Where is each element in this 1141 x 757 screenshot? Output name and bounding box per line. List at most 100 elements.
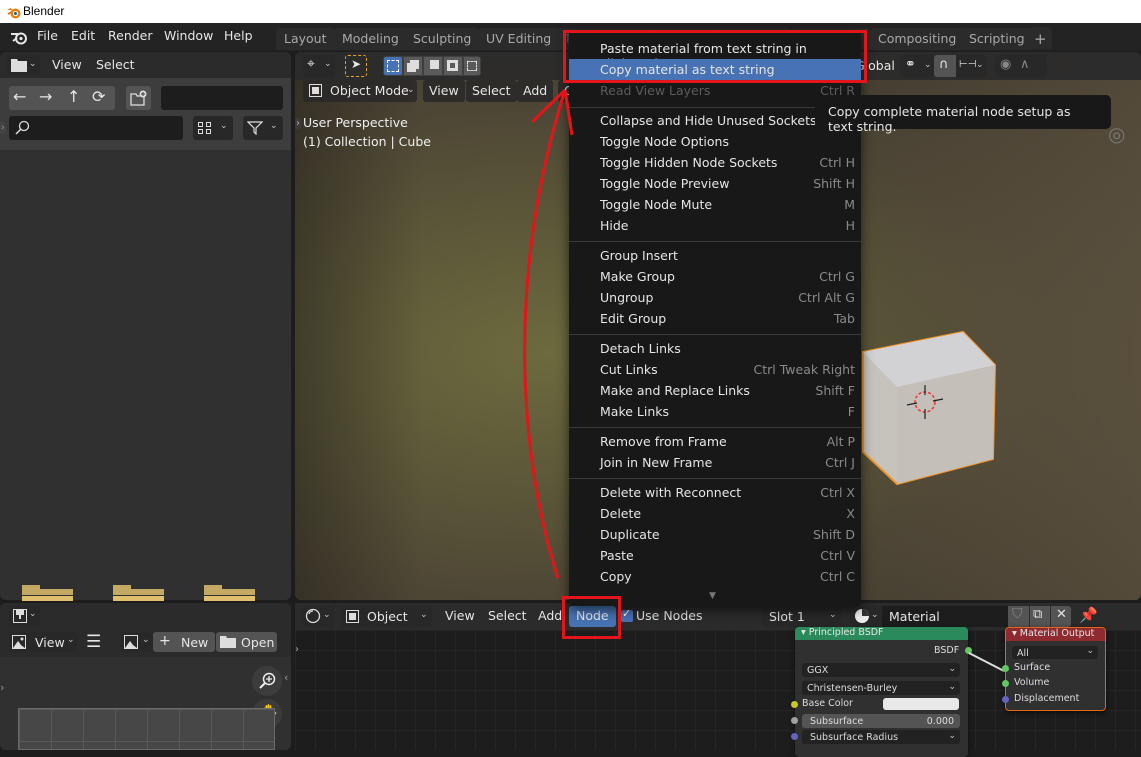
view-dropdown[interactable]: View ⌄ bbox=[9, 632, 77, 652]
menu-item-delete[interactable]: Delete X bbox=[569, 503, 861, 524]
menu-item-make-links[interactable]: Make Links F bbox=[569, 401, 861, 422]
tab-sculpting[interactable]: Sculpting bbox=[405, 28, 480, 50]
fake-user-button[interactable]: ⛉ bbox=[1008, 606, 1029, 627]
zoom-button[interactable] bbox=[252, 666, 282, 696]
filter-dropdown[interactable]: ⌄ bbox=[243, 116, 283, 140]
node-add-menu[interactable]: Add bbox=[538, 608, 562, 623]
display-mode-dropdown[interactable]: ⌄ bbox=[193, 116, 233, 140]
node-view-menu[interactable]: View bbox=[445, 608, 475, 623]
menu-edit[interactable]: Edit bbox=[71, 28, 95, 43]
node-select-menu[interactable]: Select bbox=[488, 608, 527, 623]
folder-item[interactable] bbox=[113, 585, 164, 601]
select-intersect-button[interactable] bbox=[464, 57, 480, 75]
menu-item-hide[interactable]: Hide H bbox=[569, 215, 861, 236]
menu-item-toggle-hidden-sockets[interactable]: Toggle Hidden Node Sockets Ctrl H bbox=[569, 152, 861, 173]
new-image-button[interactable]: + New bbox=[153, 632, 215, 652]
menu-item-join-new-frame[interactable]: Join in New Frame Ctrl J bbox=[569, 452, 861, 473]
image-browse-dropdown[interactable]: ⌄ bbox=[121, 632, 153, 652]
hamburger-menu-icon[interactable]: ☰ bbox=[86, 632, 101, 652]
expand-toolbar-arrow[interactable]: › bbox=[295, 118, 301, 129]
subsurface-socket[interactable] bbox=[791, 717, 798, 724]
unlink-material-button[interactable]: ✕ bbox=[1051, 606, 1071, 627]
menu-file[interactable]: File bbox=[37, 28, 58, 43]
node-editor-type-button[interactable]: ⌄ bbox=[302, 606, 334, 627]
cube-object[interactable] bbox=[855, 327, 1005, 487]
base-color-swatch[interactable] bbox=[883, 698, 959, 710]
slot-dropdown[interactable]: Slot 1 ⌄ bbox=[762, 606, 842, 627]
tab-modeling[interactable]: Modeling bbox=[334, 28, 407, 50]
menu-item-delete-reconnect[interactable]: Delete with Reconnect Ctrl X bbox=[569, 482, 861, 503]
expand-toolbar-arrow[interactable]: › bbox=[0, 681, 4, 694]
viewport-view-menu[interactable]: View bbox=[423, 80, 465, 102]
menu-item-toggle-node-options[interactable]: Toggle Node Options bbox=[569, 131, 861, 152]
material-browse-dropdown[interactable]: ⌄ bbox=[850, 606, 882, 627]
editor-type-button[interactable]: ⌄ bbox=[9, 606, 40, 626]
refresh-icon[interactable]: ⟳ bbox=[92, 87, 105, 106]
node-editor-canvas[interactable]: › ▾ Principled BSDF BSDF GGX ⌄ Christense… bbox=[295, 627, 1141, 757]
select-extend-button[interactable] bbox=[404, 57, 422, 75]
menu-item-copy[interactable]: Copy Ctrl C bbox=[569, 566, 861, 587]
select-difference-button[interactable] bbox=[444, 57, 462, 75]
folder-item[interactable] bbox=[204, 585, 255, 601]
falloff-curve-icon[interactable]: ∧ bbox=[1020, 57, 1030, 72]
viewport-editor-type-button[interactable]: ⌖ ⌄ bbox=[303, 55, 335, 77]
pivot-point-dropdown[interactable]: ⚭ ⌄ bbox=[900, 55, 934, 77]
pin-icon[interactable]: 📌 bbox=[1079, 606, 1098, 624]
file-search-input[interactable] bbox=[9, 116, 183, 140]
surface-socket[interactable] bbox=[1002, 665, 1009, 672]
scroll-down-arrow-icon[interactable]: ▼ bbox=[709, 591, 716, 601]
output-target-dropdown[interactable]: All ⌄ bbox=[1012, 646, 1098, 659]
expand-sidebar-arrow[interactable]: › bbox=[0, 122, 6, 134]
tab-scripting[interactable]: Scripting bbox=[961, 28, 1033, 50]
select-tool-button[interactable]: ➤ bbox=[345, 55, 367, 77]
new-folder-button[interactable] bbox=[126, 86, 151, 110]
menu-item-make-group[interactable]: Make Group Ctrl G bbox=[569, 266, 861, 287]
menu-item-paste[interactable]: Paste Ctrl V bbox=[569, 545, 861, 566]
menu-window[interactable]: Window bbox=[164, 28, 213, 43]
directory-path-field[interactable] bbox=[161, 86, 283, 110]
menu-render[interactable]: Render bbox=[108, 28, 153, 43]
subsurface-radius-socket[interactable] bbox=[791, 733, 798, 740]
object-mode-dropdown[interactable]: Object Mode ⌄ bbox=[303, 80, 417, 102]
snap-increment-icon[interactable]: ⊢⊣ bbox=[959, 59, 976, 70]
menu-item-ungroup[interactable]: Ungroup Ctrl Alt G bbox=[569, 287, 861, 308]
open-image-button[interactable]: Open bbox=[216, 632, 277, 652]
material-output-node[interactable]: ▾ Material Output All ⌄ Surface Volume Di… bbox=[1002, 627, 1106, 711]
folder-item[interactable] bbox=[22, 585, 73, 601]
proportional-edit-icon[interactable]: ◉ bbox=[1000, 57, 1011, 72]
select-new-button[interactable] bbox=[384, 57, 402, 75]
base-color-socket[interactable] bbox=[791, 701, 798, 708]
duplicate-material-button[interactable]: ⧉ bbox=[1030, 606, 1050, 627]
displacement-socket[interactable] bbox=[1002, 696, 1009, 703]
principled-bsdf-node[interactable]: ▾ Principled BSDF BSDF GGX ⌄ Christensen-… bbox=[791, 627, 972, 757]
menu-item-detach-links[interactable]: Detach Links bbox=[569, 338, 861, 359]
parent-directory-icon[interactable]: ↑ bbox=[67, 87, 80, 106]
volume-socket[interactable] bbox=[1002, 680, 1009, 687]
use-nodes-checkbox[interactable]: ✓ bbox=[621, 607, 633, 622]
material-name-field[interactable]: Material bbox=[882, 606, 1008, 627]
tab-compositing[interactable]: Compositing bbox=[870, 28, 965, 50]
shader-type-dropdown[interactable]: Object ⌄ bbox=[341, 606, 432, 627]
menu-item-toggle-node-preview[interactable]: Toggle Node Preview Shift H bbox=[569, 173, 861, 194]
file-select-menu[interactable]: Select bbox=[96, 57, 135, 72]
arrow-left-icon[interactable]: ← bbox=[13, 87, 26, 106]
menu-help[interactable]: Help bbox=[224, 28, 253, 43]
editor-type-button[interactable]: ⌄ bbox=[7, 55, 40, 75]
tab-layout[interactable]: Layout bbox=[276, 28, 335, 50]
arrow-right-icon[interactable]: → bbox=[39, 87, 52, 106]
snap-toggle[interactable]: ∩ bbox=[934, 55, 956, 77]
select-subtract-button[interactable] bbox=[424, 57, 442, 75]
collapse-sidebar-arrow[interactable]: ‹ bbox=[284, 671, 288, 684]
menu-item-edit-group[interactable]: Edit Group Tab bbox=[569, 308, 861, 329]
tab-uv-editing[interactable]: UV Editing bbox=[478, 28, 560, 50]
menu-item-toggle-node-mute[interactable]: Toggle Node Mute M bbox=[569, 194, 861, 215]
menu-item-remove-from-frame[interactable]: Remove from Frame Alt P bbox=[569, 431, 861, 452]
blender-menu-icon[interactable] bbox=[10, 29, 28, 45]
add-workspace-button[interactable]: + bbox=[1029, 27, 1052, 49]
subsurface-method-dropdown[interactable]: Christensen-Burley ⌄ bbox=[802, 681, 960, 695]
menu-item-duplicate[interactable]: Duplicate Shift D bbox=[569, 524, 861, 545]
menu-item-make-replace-links[interactable]: Make and Replace Links Shift F bbox=[569, 380, 861, 401]
menu-item-cut-links[interactable]: Cut Links Ctrl Tweak Right bbox=[569, 359, 861, 380]
menu-item-group-insert[interactable]: Group Insert bbox=[569, 245, 861, 266]
file-view-menu[interactable]: View bbox=[52, 57, 82, 72]
